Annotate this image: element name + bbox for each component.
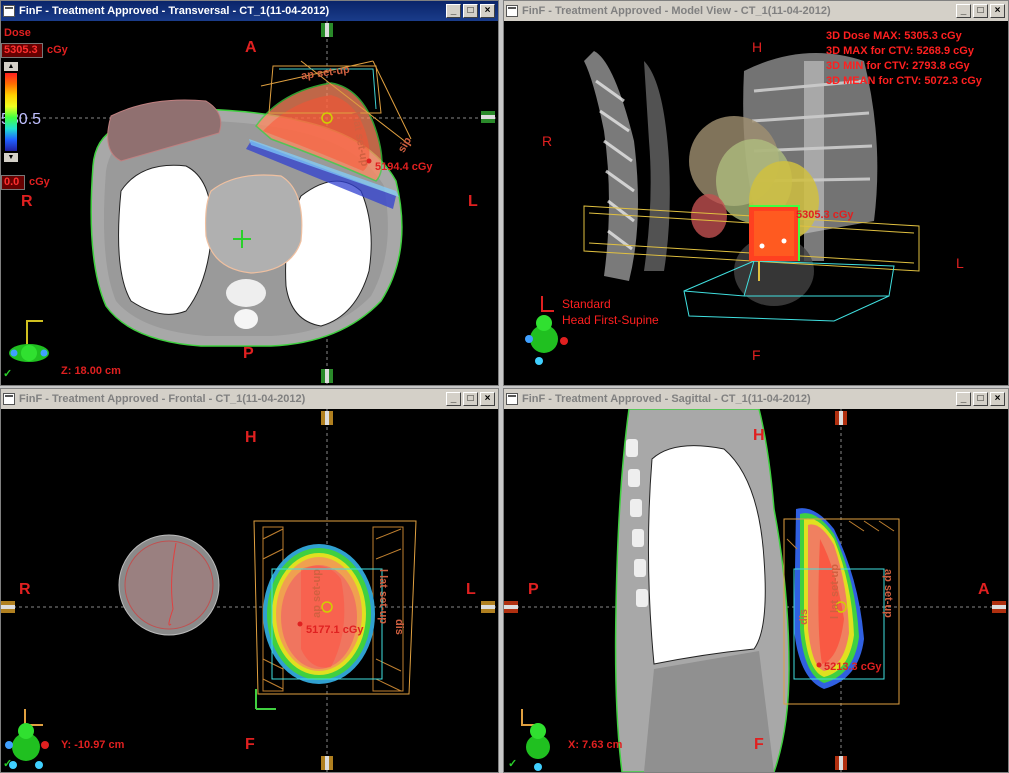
check-icon: ✓ xyxy=(3,368,13,380)
transversal-view[interactable]: FinF - Treatment Approved - Transversal … xyxy=(0,0,499,386)
dose-zero-unit: cGy xyxy=(29,176,50,188)
window-title: FinF - Treatment Approved - Frontal - CT… xyxy=(19,393,306,405)
maximize-button[interactable]: □ xyxy=(463,4,478,18)
maximize-button[interactable]: □ xyxy=(463,392,478,406)
model-view[interactable]: FinF - Treatment Approved - Model View -… xyxy=(503,0,1009,386)
orient-left: R xyxy=(21,193,33,210)
dose-scale-down-arrow[interactable]: ▼ xyxy=(4,153,18,162)
orient-bottom: F xyxy=(245,736,255,753)
minimize-button[interactable]: _ xyxy=(446,4,461,18)
orient-right: A xyxy=(978,581,990,598)
frontal-canvas[interactable]: H F R L 5177.1 cGy ap set-up l lat set-u… xyxy=(1,409,498,772)
sagittal-titlebar[interactable]: FinF - Treatment Approved - Sagittal - C… xyxy=(504,389,1008,409)
dose-legend-title: Dose xyxy=(4,27,31,39)
beam-label-ap: ap set-up xyxy=(882,569,894,618)
window-icon xyxy=(3,5,15,17)
dose-point-label: 5213.3 cGy xyxy=(824,661,882,673)
stat-ctv-max: 3D MAX for CTV: 5268.9 cGy xyxy=(826,45,974,57)
sagittal-view[interactable]: FinF - Treatment Approved - Sagittal - C… xyxy=(503,388,1009,773)
beam-label-ap: ap set-up xyxy=(311,569,323,618)
minimize-button[interactable]: _ xyxy=(956,392,971,406)
beam-label-dis: dis xyxy=(798,609,810,625)
dose-point-label: 5177.1 cGy xyxy=(306,624,364,636)
stat-3d-dose-max: 3D Dose MAX: 5305.3 cGy xyxy=(826,30,962,42)
dose-point-label: 5194.4 cGy xyxy=(375,161,433,173)
dose-max-unit: cGy xyxy=(47,44,68,56)
minimize-button[interactable]: _ xyxy=(956,4,971,18)
orient-top: A xyxy=(245,39,257,56)
window-icon xyxy=(506,393,518,405)
dose-colorbar xyxy=(5,73,17,151)
orient-right: L xyxy=(466,581,476,598)
close-button[interactable]: × xyxy=(480,392,495,406)
orient-bottom: F xyxy=(752,347,761,363)
slice-coordinate: Y: -10.97 cm xyxy=(61,739,125,751)
orient-top: H xyxy=(752,39,763,55)
sagittal-image xyxy=(504,409,1008,772)
dose-scale-up-arrow[interactable]: ▲ xyxy=(4,62,18,71)
orient-left: R xyxy=(542,133,553,149)
frontal-image xyxy=(1,409,498,772)
window-title: FinF - Treatment Approved - Model View -… xyxy=(522,5,831,17)
check-icon: ✓ xyxy=(3,758,13,770)
stat-ctv-min: 3D MIN for CTV: 2793.8 cGy xyxy=(826,60,970,72)
window-title: FinF - Treatment Approved - Sagittal - C… xyxy=(522,393,811,405)
orient-bottom: P xyxy=(243,345,254,362)
window-title: FinF - Treatment Approved - Transversal … xyxy=(19,5,330,17)
orientation-standard: Standard xyxy=(562,297,611,311)
orient-top: H xyxy=(753,427,765,444)
model-view-titlebar[interactable]: FinF - Treatment Approved - Model View -… xyxy=(504,1,1008,21)
beam-label-dis: dis xyxy=(393,619,405,635)
stat-ctv-mean: 3D MEAN for CTV: 5072.3 cGy xyxy=(826,75,982,87)
orient-right: L xyxy=(956,255,964,271)
minimize-button[interactable]: _ xyxy=(446,392,461,406)
close-button[interactable]: × xyxy=(990,392,1005,406)
close-button[interactable]: × xyxy=(990,4,1005,18)
orient-bottom: F xyxy=(754,736,764,753)
sagittal-canvas[interactable]: H F P A 5213.3 cGy l lat set-up ap set-u… xyxy=(504,409,1008,772)
orient-right: L xyxy=(468,193,478,210)
beam-label-llat: l lat set-up xyxy=(377,569,389,625)
close-button[interactable]: × xyxy=(480,4,495,18)
window-icon xyxy=(3,393,15,405)
slice-coordinate: Z: 18.00 cm xyxy=(61,365,121,377)
orient-left: R xyxy=(19,581,31,598)
orient-left: P xyxy=(528,581,539,598)
dose-legend: Dose 5305.3 cGy ▲ 5305.3 4000.0 cGy 3000… xyxy=(1,21,91,196)
dose-statistics: 3D Dose MAX: 5305.3 cGy 3D MAX for CTV: … xyxy=(826,29,982,89)
frontal-view[interactable]: FinF - Treatment Approved - Frontal - CT… xyxy=(0,388,499,773)
dose-max-input[interactable]: 5305.3 xyxy=(1,43,43,58)
window-icon xyxy=(506,5,518,17)
dose-zero-input[interactable]: 0.0 xyxy=(1,175,25,190)
transversal-canvas[interactable]: Dose 5305.3 cGy ▲ 5305.3 4000.0 cGy 3000… xyxy=(1,21,498,385)
model-view-canvas[interactable]: H F R L 3D Dose MAX: 5305.3 cGy 3D MAX f… xyxy=(504,21,1008,385)
slice-coordinate: X: 7.63 cm xyxy=(568,739,623,751)
check-icon: ✓ xyxy=(508,758,518,770)
orient-top: H xyxy=(245,429,257,446)
dose-point-label: 5305.3 cGy xyxy=(796,209,854,221)
maximize-button[interactable]: □ xyxy=(973,4,988,18)
maximize-button[interactable]: □ xyxy=(973,392,988,406)
transversal-titlebar[interactable]: FinF - Treatment Approved - Transversal … xyxy=(1,1,498,21)
beam-label-llat: l lat set-up xyxy=(829,564,841,620)
orientation-position: Head First-Supine xyxy=(562,313,659,327)
frontal-titlebar[interactable]: FinF - Treatment Approved - Frontal - CT… xyxy=(1,389,498,409)
